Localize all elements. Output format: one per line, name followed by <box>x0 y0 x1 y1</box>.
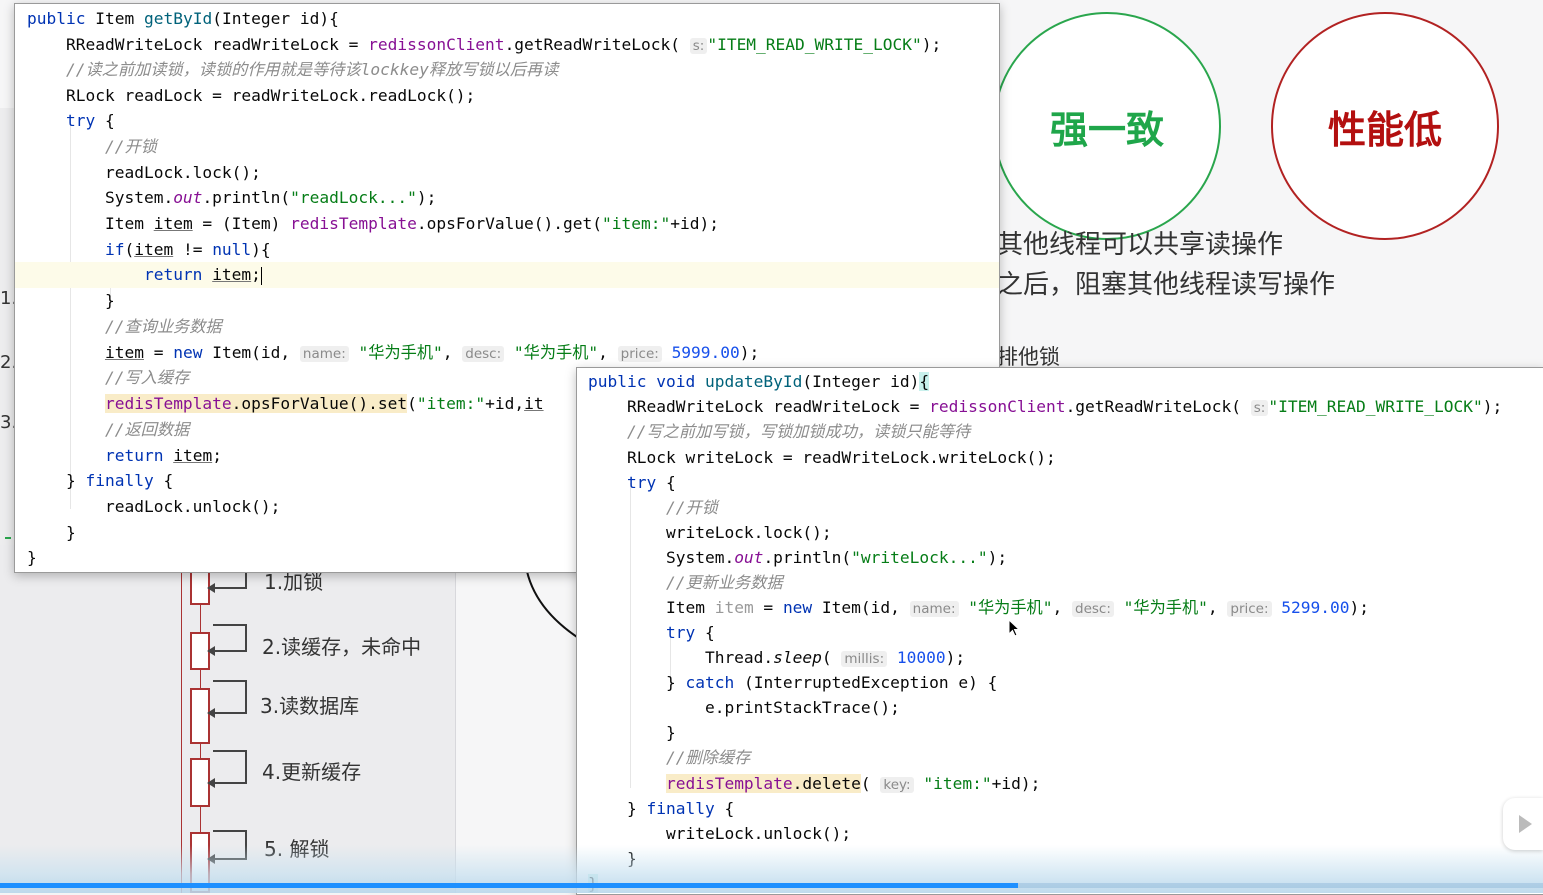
code-comment[interactable]: //删除缓存 <box>588 745 1543 771</box>
code-line[interactable]: e.printStackTrace(); <box>588 695 1543 721</box>
code-line[interactable]: RReadWriteLock readWriteLock = redissonC… <box>588 394 1543 420</box>
param-hint: price: <box>617 346 662 362</box>
code-line[interactable]: Item item = (Item) redisTemplate.opsForV… <box>27 211 999 237</box>
comment-query: //查询业务数据 <box>104 317 222 336</box>
cache-key-string: "item:" <box>602 214 671 233</box>
code-line[interactable]: Item item = new Item(id, name: "华为手机", d… <box>588 595 1543 621</box>
param-hint: name: <box>909 601 959 617</box>
param-hint: s: <box>689 38 708 54</box>
code-line-current[interactable]: return item; <box>15 262 999 288</box>
code-line[interactable]: } <box>27 288 999 314</box>
video-progress-fill <box>0 883 1019 888</box>
method-name: updateById <box>704 372 803 391</box>
code-line[interactable]: System.out.println("readLock..."); <box>27 185 999 211</box>
play-icon[interactable] <box>1503 798 1543 850</box>
diagram-step-update-cache: 4.更新缓存 <box>262 760 362 784</box>
item-desc-string: "华为手机" <box>513 343 599 362</box>
comment-lock: //开锁 <box>104 137 157 156</box>
mouse-cursor-icon <box>1008 619 1021 637</box>
code-comment[interactable]: //写之前加写锁，写锁加锁成功，读锁只能等待 <box>588 419 1543 445</box>
code-line[interactable]: try { <box>588 470 1543 496</box>
self-call-arrow <box>207 750 247 788</box>
method-name: getById <box>143 9 213 28</box>
code-line[interactable]: } <box>588 720 1543 746</box>
comment-delete-cache: //删除缓存 <box>665 748 751 767</box>
code-line[interactable]: Thread.sleep( millis: 10000); <box>588 645 1543 671</box>
cache-key-string: "item:" <box>416 394 486 413</box>
code-window-update-by-id[interactable]: public void updateById(Integer id){ RRea… <box>576 367 1543 895</box>
item-price-number: 5299.00 <box>1281 598 1350 617</box>
comment-update: //更新业务数据 <box>665 573 783 592</box>
code-line[interactable]: try { <box>27 108 999 134</box>
edge-dash <box>5 537 11 539</box>
item-name-string: "华为手机" <box>358 343 443 362</box>
item-name-string: "华为手机" <box>968 598 1053 617</box>
code-line[interactable]: } catch (InterruptedException e) { <box>588 670 1543 696</box>
slide-text-shared-read: 其他线程可以共享读操作 <box>997 230 1284 260</box>
code-line[interactable]: writeLock.lock(); <box>588 520 1543 546</box>
code-comment[interactable]: //更新业务数据 <box>588 570 1543 596</box>
print-string: "writeLock..." <box>851 548 988 567</box>
lock-name-string: "ITEM_READ_WRITE_LOCK" <box>1268 397 1483 416</box>
code-line[interactable]: RLock readLock = readWriteLock.readLock(… <box>27 83 999 109</box>
slide-text-block-readwrite: 之后，阻塞其他线程读写操作 <box>997 270 1336 300</box>
text-caret <box>260 266 262 285</box>
lock-name-string: "ITEM_READ_WRITE_LOCK" <box>707 35 922 54</box>
param-hint: desc: <box>1072 601 1114 617</box>
code-line[interactable]: } finally { <box>588 796 1543 822</box>
self-call-arrow <box>207 680 247 718</box>
code-comment[interactable]: //开锁 <box>27 134 999 160</box>
sleep-millis-number: 10000 <box>896 648 946 667</box>
code-line[interactable]: System.out.println("writeLock..."); <box>588 545 1543 571</box>
param-hint: key: <box>880 777 914 793</box>
self-call-arrow <box>207 624 247 656</box>
code-line[interactable]: redisTemplate.delete( key: "item:"+id); <box>588 771 1543 797</box>
slide-left-strip <box>0 108 14 548</box>
low-performance-circle: 性能低 <box>1271 12 1499 240</box>
code-line[interactable]: readLock.lock(); <box>27 160 999 186</box>
video-progress-bar[interactable] <box>0 883 1543 888</box>
code-comment[interactable]: //开锁 <box>588 495 1543 521</box>
strong-consistency-circle: 强一致 <box>993 12 1221 240</box>
comment-write-cache: //写入缓存 <box>104 368 190 387</box>
diagram-step-read-cache: 2.读缓存，未命中 <box>262 635 422 659</box>
item-desc-string: "华为手机" <box>1123 598 1208 617</box>
param-hint: price: <box>1227 601 1272 617</box>
comment-read-lock: //读之前加读锁，读锁的作用就是等待该lockkey释放写锁以后再读 <box>65 60 559 79</box>
code-line[interactable]: public Item getById(Integer id){ <box>27 6 999 32</box>
code-comment[interactable]: //查询业务数据 <box>27 314 999 340</box>
diagram-lifeline <box>181 560 182 893</box>
param-hint: millis: <box>841 651 888 667</box>
diagram-step-read-db: 3.读数据库 <box>260 694 360 718</box>
code-line[interactable]: item = new Item(id, name: "华为手机", desc: … <box>27 340 999 366</box>
code-line[interactable]: if(item != null){ <box>27 237 999 263</box>
param-hint: s: <box>1250 400 1269 416</box>
code-line[interactable]: RReadWriteLock readWriteLock = redissonC… <box>27 32 999 58</box>
code-comment[interactable]: //读之前加读锁，读锁的作用就是等待该lockkey释放写锁以后再读 <box>27 57 999 83</box>
code-line[interactable]: public void updateById(Integer id){ <box>588 369 1543 395</box>
code-line[interactable]: writeLock.unlock(); <box>588 821 1543 847</box>
code-line[interactable]: RLock writeLock = readWriteLock.writeLoc… <box>588 445 1543 471</box>
comment-return: //返回数据 <box>104 420 190 439</box>
item-price-number: 5999.00 <box>671 343 740 362</box>
comment-lock: //开锁 <box>665 498 718 517</box>
param-hint: desc: <box>462 346 505 362</box>
print-string: "readLock..." <box>290 188 417 207</box>
param-hint: name: <box>299 346 349 362</box>
code-line[interactable]: try { <box>588 620 1543 646</box>
cache-key-string: "item:" <box>923 774 992 793</box>
comment-write-lock: //写之前加写锁，写锁加锁成功，读锁只能等待 <box>626 422 971 441</box>
